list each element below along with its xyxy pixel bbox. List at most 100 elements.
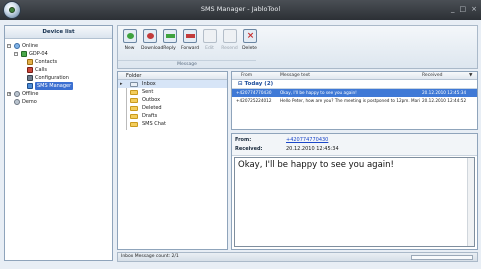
folder-label: Sent: [142, 89, 154, 95]
tree-item-online[interactable]: - Online: [5, 42, 112, 50]
tree-item-gdp-04[interactable]: - GDP-04: [5, 50, 112, 58]
window-title: SMS Manager - JabloTool: [200, 5, 281, 13]
delete-button-label: Delete: [242, 46, 257, 51]
progress-bar: [411, 255, 473, 260]
device-list-panel: Device list - Online - GDP-04 Contacts C…: [4, 25, 113, 261]
message-text: Hello Peter, how are you? The meeting is…: [280, 98, 420, 103]
message-header: From: +420774770430 Received: 20.12.2010…: [232, 134, 477, 156]
new-message-icon: [122, 29, 137, 43]
message-from: +420725224012: [236, 98, 272, 103]
status-bar: Inbox Message count: 2/1: [117, 252, 478, 262]
collapse-icon[interactable]: -: [7, 44, 11, 48]
folder-label: Inbox: [142, 81, 156, 87]
device-tree: - Online - GDP-04 Contacts Calls Configu…: [5, 39, 112, 106]
close-icon[interactable]: ×: [471, 5, 477, 13]
folder-icon: [130, 97, 138, 103]
new-button[interactable]: New: [121, 29, 138, 51]
phone-icon: [27, 67, 33, 73]
message-received: 20.12.2010 12:44:52: [422, 98, 467, 103]
minimize-icon[interactable]: _: [451, 5, 455, 13]
tree-item-demo[interactable]: Demo: [5, 98, 112, 106]
gear-icon: [27, 75, 33, 81]
contacts-icon: [27, 59, 33, 65]
folder-header: Folder: [118, 72, 227, 80]
message-body[interactable]: Okay, I'll be happy to see you again!: [234, 157, 475, 247]
globe-icon: [14, 43, 20, 49]
forward-button-label: Forward: [181, 46, 200, 51]
folder-drafts[interactable]: Drafts: [118, 112, 227, 120]
tree-item-label: Demo: [22, 99, 37, 105]
tree-item-contacts[interactable]: Contacts: [5, 58, 112, 66]
current-folder-arrow-icon: ▸: [120, 81, 123, 87]
tree-item-label: Contacts: [35, 59, 58, 65]
collapse-icon[interactable]: -: [14, 52, 18, 56]
forward-button[interactable]: Forward: [181, 29, 200, 51]
message-list: From Message text Received ▼ ⊟ Today (2)…: [231, 71, 478, 130]
tree-item-label: Calls: [35, 67, 47, 73]
download-icon: [142, 29, 157, 43]
folder-panel: Folder ▸ Inbox Sent Outbox Deleted Draft…: [117, 71, 228, 250]
from-label: From:: [235, 137, 252, 143]
folder-outbox[interactable]: Outbox: [118, 96, 227, 104]
message-received: 20.12.2010 12:45:34: [422, 90, 467, 95]
column-received[interactable]: Received: [422, 72, 442, 80]
delete-icon: ×: [242, 29, 257, 43]
forward-icon: [182, 29, 197, 43]
delete-button[interactable]: × Delete: [241, 29, 258, 51]
message-text: Okay, I'll be happy to see you again!: [280, 90, 357, 95]
new-button-label: New: [124, 46, 135, 51]
resend-button[interactable]: Resend: [221, 29, 238, 51]
reply-button[interactable]: Reply: [161, 29, 178, 51]
folder-icon: [130, 89, 138, 95]
tree-item-label: GDP-04: [29, 51, 48, 57]
from-link[interactable]: +420774770430: [286, 137, 328, 143]
maximize-icon[interactable]: □: [460, 5, 467, 13]
expand-icon[interactable]: +: [7, 92, 11, 96]
group-header-today[interactable]: ⊟ Today (2): [232, 80, 477, 89]
folder-label: Deleted: [142, 105, 162, 111]
folder-sent[interactable]: Sent: [118, 88, 227, 96]
message-body-text: Okay, I'll be happy to see you again!: [238, 160, 394, 170]
column-message-text[interactable]: Message text: [280, 72, 310, 80]
received-value: 20.12.2010 12:45:34: [286, 146, 339, 152]
message-from: +420774770430: [236, 90, 272, 95]
tree-item-calls[interactable]: Calls: [5, 66, 112, 74]
tree-item-sms-manager[interactable]: SMS Manager: [5, 82, 112, 90]
reading-pane: From: +420774770430 Received: 20.12.2010…: [231, 133, 478, 250]
column-from[interactable]: From: [241, 72, 252, 80]
folder-label: Outbox: [142, 97, 161, 103]
device-icon: [21, 51, 27, 57]
folder-icon: [130, 113, 138, 119]
filter-icon[interactable]: ▼: [469, 72, 472, 80]
tree-item-offline[interactable]: + Offline: [5, 90, 112, 98]
globe-icon: [14, 91, 20, 97]
tree-item-label: Offline: [22, 91, 39, 97]
message-row[interactable]: +420725224012 Hello Peter, how are you? …: [232, 97, 477, 105]
tree-item-configuration[interactable]: Configuration: [5, 74, 112, 82]
tree-item-label: SMS Manager: [35, 82, 74, 90]
reply-button-label: Reply: [163, 46, 176, 51]
folder-inbox[interactable]: ▸ Inbox: [118, 80, 227, 88]
message-row[interactable]: +420774770430 Okay, I'll be happy to see…: [232, 89, 477, 97]
edit-button[interactable]: Edit: [201, 29, 218, 51]
message-list-header: From Message text Received ▼: [232, 72, 477, 80]
inbox-icon: [130, 81, 138, 87]
vertical-scrollbar[interactable]: [467, 158, 474, 246]
folder-label: SMS Chat: [142, 121, 166, 127]
download-button-label: Download: [141, 46, 164, 51]
group-label: Today (2): [244, 81, 274, 87]
toolbar-group-label: Message: [118, 60, 256, 67]
folder-icon: [130, 121, 138, 127]
ribbon-toolbar: New Download Reply Forward Edit Resend ×…: [117, 25, 478, 69]
resend-button-label: Resend: [221, 46, 238, 51]
download-button[interactable]: Download: [141, 29, 164, 51]
folder-sms-chat[interactable]: SMS Chat: [118, 120, 227, 128]
folder-label: Drafts: [142, 113, 158, 119]
reply-icon: [162, 29, 177, 43]
resend-icon: [222, 29, 237, 43]
tree-item-label: Online: [22, 43, 39, 49]
received-label: Received:: [235, 146, 263, 152]
window-controls: _ □ ×: [451, 5, 477, 13]
title-bar: SMS Manager - JabloTool _ □ ×: [0, 0, 481, 20]
folder-deleted[interactable]: Deleted: [118, 104, 227, 112]
